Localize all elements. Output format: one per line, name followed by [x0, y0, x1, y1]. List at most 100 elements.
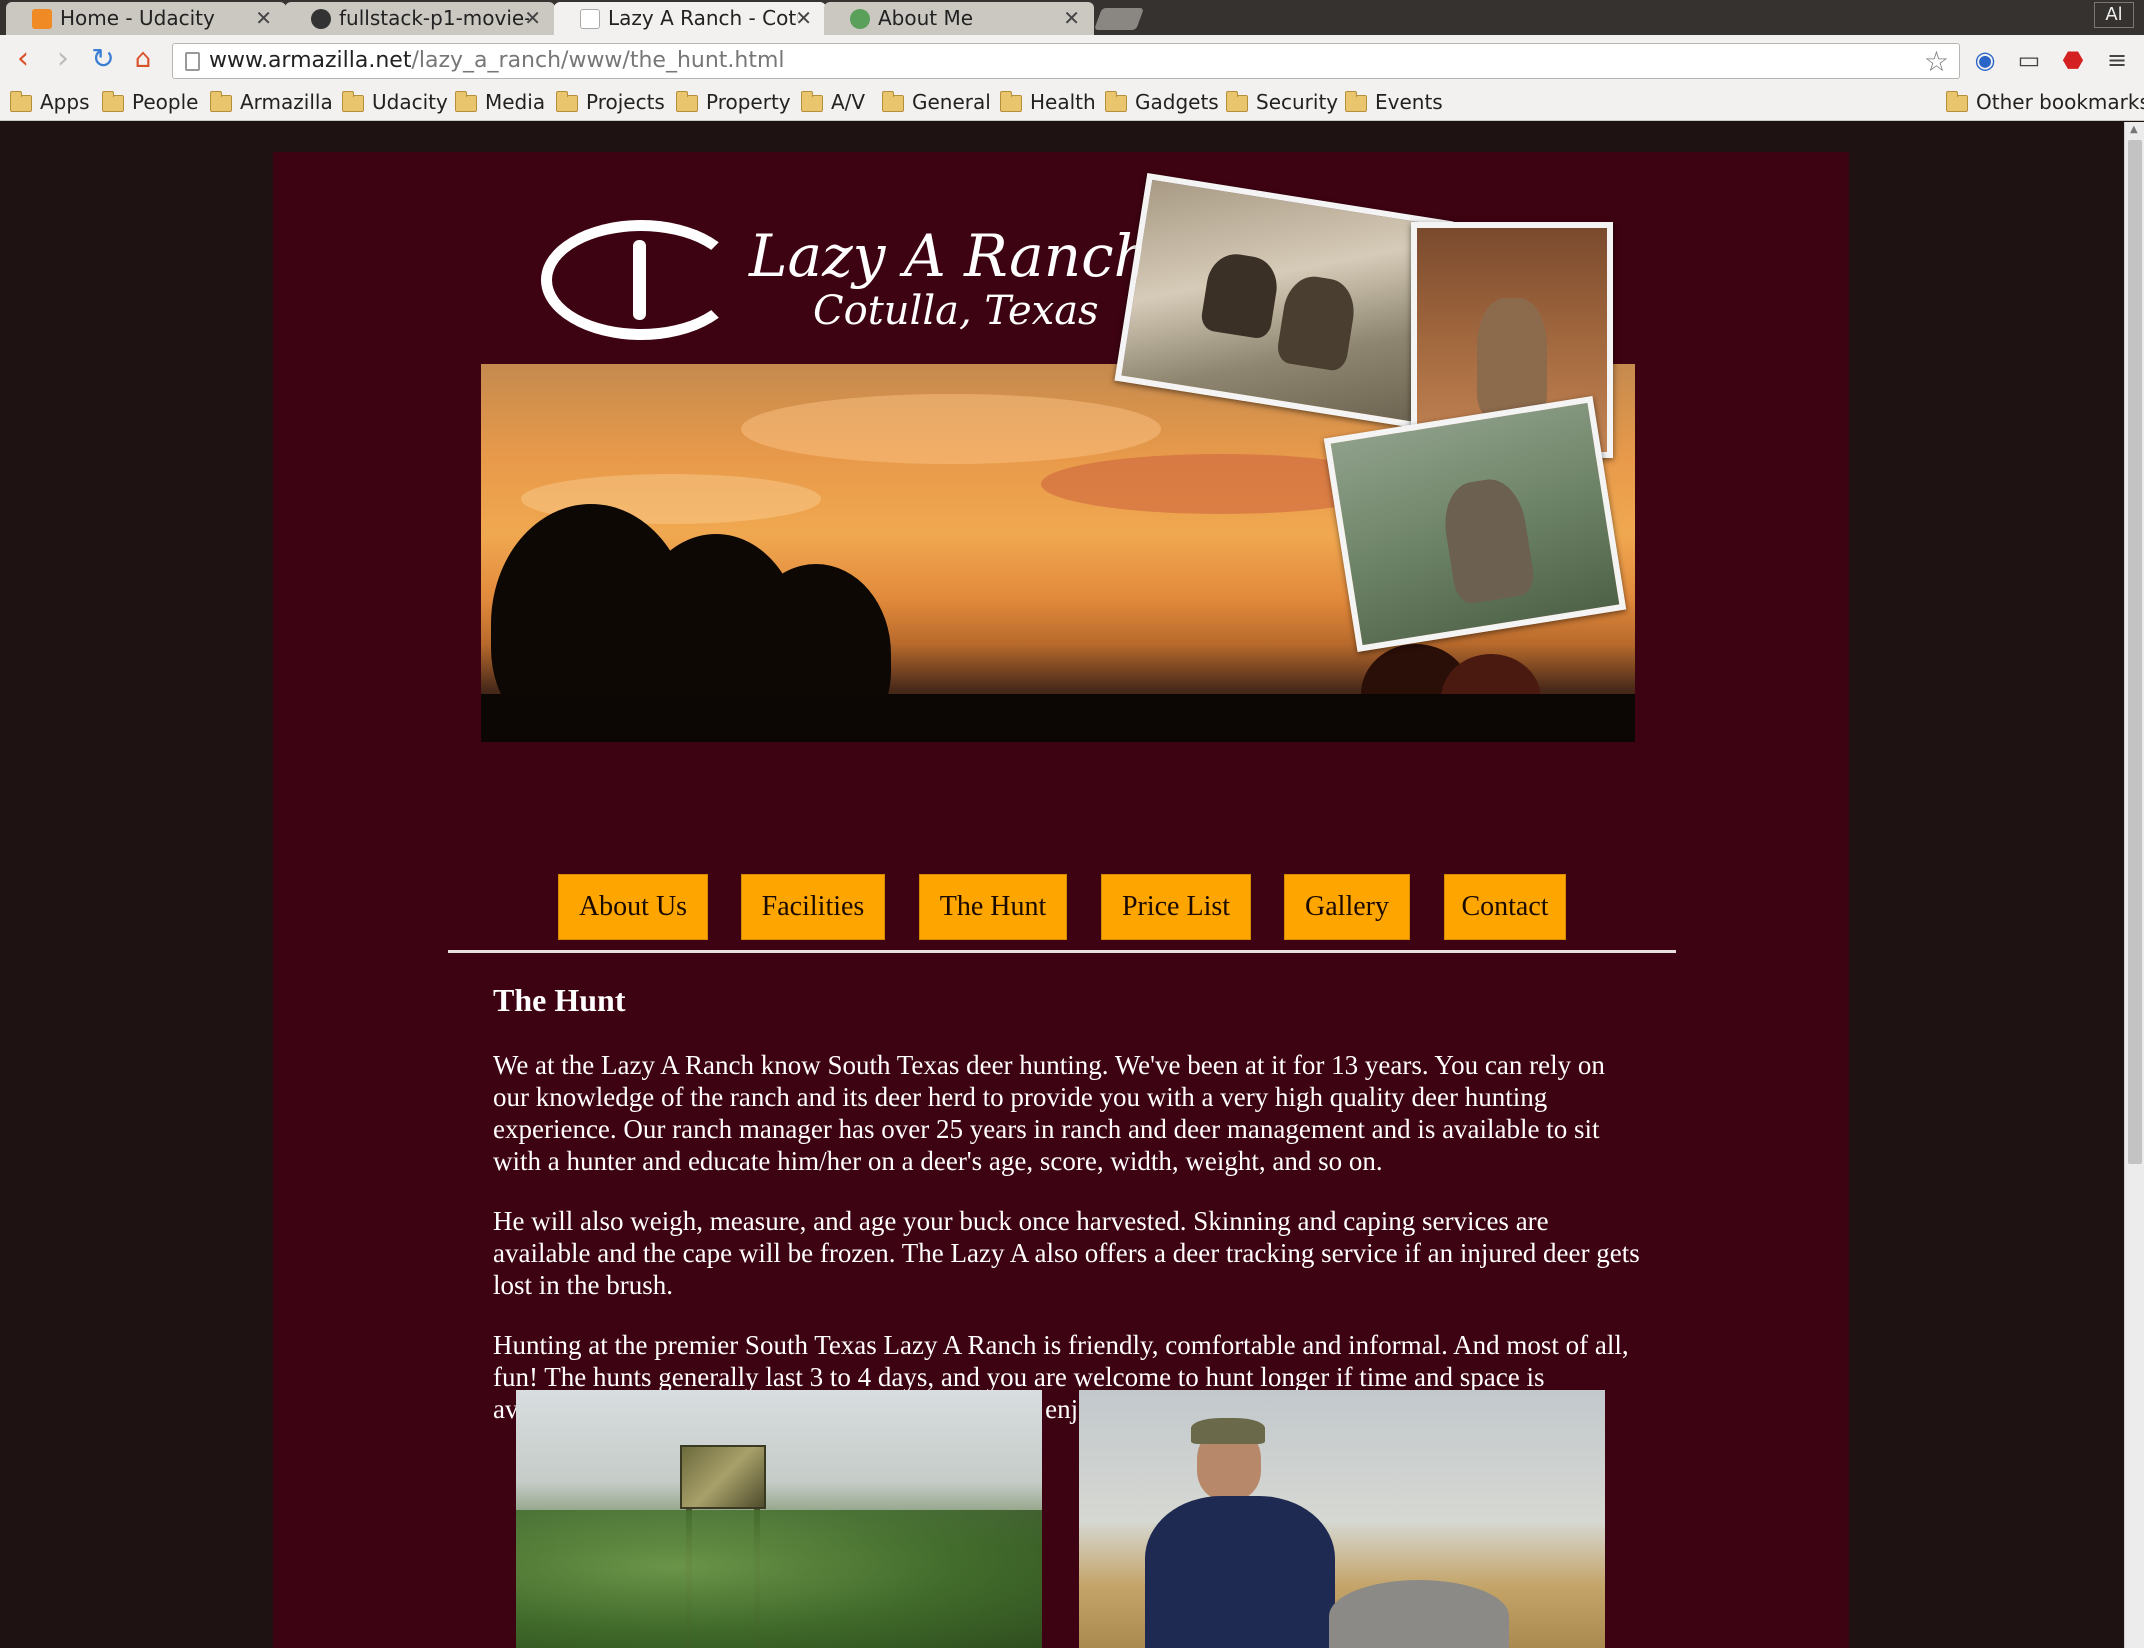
bookmark-projects[interactable]: Projects: [556, 90, 665, 114]
close-tab-icon[interactable]: ✕: [1063, 6, 1080, 30]
brand-place: Cotulla, Texas: [813, 288, 1099, 334]
deer-blind-box: [680, 1445, 766, 1509]
folder-icon: [556, 91, 578, 112]
nav-about-us[interactable]: About Us: [558, 874, 708, 940]
tab-about-me[interactable]: About Me ✕: [824, 2, 1094, 35]
bookmark-events[interactable]: Events: [1345, 90, 1443, 114]
bookmark-apps[interactable]: Apps: [10, 90, 90, 114]
folder-icon: [210, 91, 232, 112]
cloud-shape: [741, 394, 1161, 464]
tab-title: Lazy A Ranch - Cotulla, Texas: [608, 6, 798, 30]
scrollbar-thumb[interactable]: [2128, 140, 2142, 1164]
close-tab-icon[interactable]: ✕: [795, 6, 812, 30]
close-tab-icon[interactable]: ✕: [255, 6, 272, 30]
deer-silhouette: [1199, 250, 1282, 341]
nav-facilities[interactable]: Facilities: [741, 874, 885, 940]
deer-silhouette: [1275, 272, 1359, 373]
menu-icon[interactable]: ≡: [2102, 45, 2132, 75]
close-tab-icon[interactable]: ✕: [524, 6, 541, 30]
bookmark-label: Armazilla: [240, 90, 333, 114]
bookmark-label: Security: [1256, 90, 1339, 114]
folder-icon: [1105, 91, 1127, 112]
bookmark-label: Other bookmarks: [1976, 90, 2144, 114]
tab-github[interactable]: fullstack-p1-movie-website ✕: [285, 2, 555, 35]
bookmark-label: Apps: [40, 90, 90, 114]
bookmark-label: Gadgets: [1135, 90, 1219, 114]
deer-blind-photo: [516, 1390, 1042, 1648]
bookmark-label: A/V: [831, 90, 866, 114]
page-title: The Hunt: [493, 982, 626, 1018]
tab-lazy-a-ranch[interactable]: Lazy A Ranch - Cotulla, Texas ✕: [554, 2, 826, 35]
folder-icon: [1946, 91, 1968, 112]
home-icon[interactable]: ⌂: [124, 41, 162, 79]
reload-icon[interactable]: ↻: [84, 41, 122, 79]
bookmark-label: People: [132, 90, 199, 114]
profile-button[interactable]: Al: [2094, 2, 2134, 28]
bookmark-people[interactable]: People: [102, 90, 198, 114]
extension-icon[interactable]: ◉: [1970, 45, 2000, 75]
adblock-icon[interactable]: ⬣: [2058, 45, 2088, 75]
new-tab-button[interactable]: [1093, 8, 1145, 30]
folder-icon: [10, 91, 32, 112]
cast-icon[interactable]: ▭: [2014, 45, 2044, 75]
hunter-body: [1145, 1496, 1335, 1648]
url-path: /lazy_a_ranch/www/the_hunt.html: [411, 48, 785, 73]
whitetail-photo: [1323, 396, 1627, 652]
bookmark-star-icon[interactable]: ☆: [1924, 45, 1949, 78]
brand-name: Lazy A Ranch: [749, 222, 1151, 290]
bookmark-gadgets[interactable]: Gadgets: [1105, 90, 1219, 114]
ground-silhouette: [481, 694, 1635, 742]
article: The Hunt We at the Lazy A Ranch know Sou…: [493, 982, 1643, 1453]
folder-icon: [801, 91, 823, 112]
bookmark-property[interactable]: Property: [676, 90, 791, 114]
main-nav: About Us Facilities The Hunt Price List …: [273, 874, 1849, 942]
bookmark-label: Events: [1375, 90, 1443, 114]
page-scrollbar[interactable]: ▲: [2124, 122, 2144, 1648]
bookmark-av[interactable]: A/V: [801, 90, 865, 114]
folder-icon: [676, 91, 698, 112]
forward-icon[interactable]: ›: [44, 41, 82, 79]
folder-icon: [342, 91, 364, 112]
bookmark-other[interactable]: Other bookmarks: [1946, 90, 2144, 114]
folder-icon: [102, 91, 124, 112]
tab-title: Home - Udacity: [60, 6, 215, 30]
header-banner: Lazy A Ranch Cotulla, Texas: [481, 173, 1635, 742]
ranch-logo-bar: [633, 240, 646, 320]
nav-price-list[interactable]: Price List: [1101, 874, 1251, 940]
bookmark-health[interactable]: Health: [1000, 90, 1096, 114]
folder-icon: [1000, 91, 1022, 112]
tab-title: About Me: [878, 6, 974, 30]
folder-icon: [1226, 91, 1248, 112]
globe-icon: [850, 9, 870, 29]
folder-icon: [1345, 91, 1367, 112]
bookmark-label: General: [912, 90, 991, 114]
udacity-icon: [32, 9, 52, 29]
bookmark-udacity[interactable]: Udacity: [342, 90, 448, 114]
page-viewport: Lazy A Ranch Cotulla, Texas About Us Fac…: [0, 122, 2124, 1648]
bookmark-label: Health: [1030, 90, 1096, 114]
nav-gallery[interactable]: Gallery: [1284, 874, 1410, 940]
back-icon[interactable]: ‹: [4, 41, 42, 79]
page-info-icon[interactable]: [185, 52, 200, 71]
bookmarks-bar: Apps People Armazilla Udacity Media Proj…: [0, 85, 2144, 121]
url-text: www.armazilla.net/lazy_a_ranch/www/the_h…: [209, 48, 785, 73]
tab-udacity[interactable]: Home - Udacity ✕: [6, 2, 286, 35]
brush-foliage: [516, 1510, 1042, 1648]
folder-icon: [882, 91, 904, 112]
article-paragraph: He will also weigh, measure, and age you…: [493, 1206, 1640, 1300]
bookmark-armazilla[interactable]: Armazilla: [210, 90, 333, 114]
bookmark-general[interactable]: General: [882, 90, 991, 114]
tab-strip: Home - Udacity ✕ fullstack-p1-movie-webs…: [0, 0, 2144, 35]
bookmark-security[interactable]: Security: [1226, 90, 1338, 114]
bookmark-label: Udacity: [372, 90, 448, 114]
nav-contact[interactable]: Contact: [1444, 874, 1566, 940]
hunter-photo: [1079, 1390, 1605, 1648]
hunter-cap: [1191, 1418, 1265, 1444]
address-bar[interactable]: www.armazilla.net/lazy_a_ranch/www/the_h…: [172, 43, 1960, 79]
bookmark-label: Projects: [586, 90, 665, 114]
nav-divider: [448, 950, 1676, 953]
bookmark-media[interactable]: Media: [455, 90, 545, 114]
bookmark-label: Property: [706, 90, 791, 114]
nav-the-hunt[interactable]: The Hunt: [919, 874, 1067, 940]
scroll-up-icon[interactable]: ▲: [2130, 124, 2138, 135]
